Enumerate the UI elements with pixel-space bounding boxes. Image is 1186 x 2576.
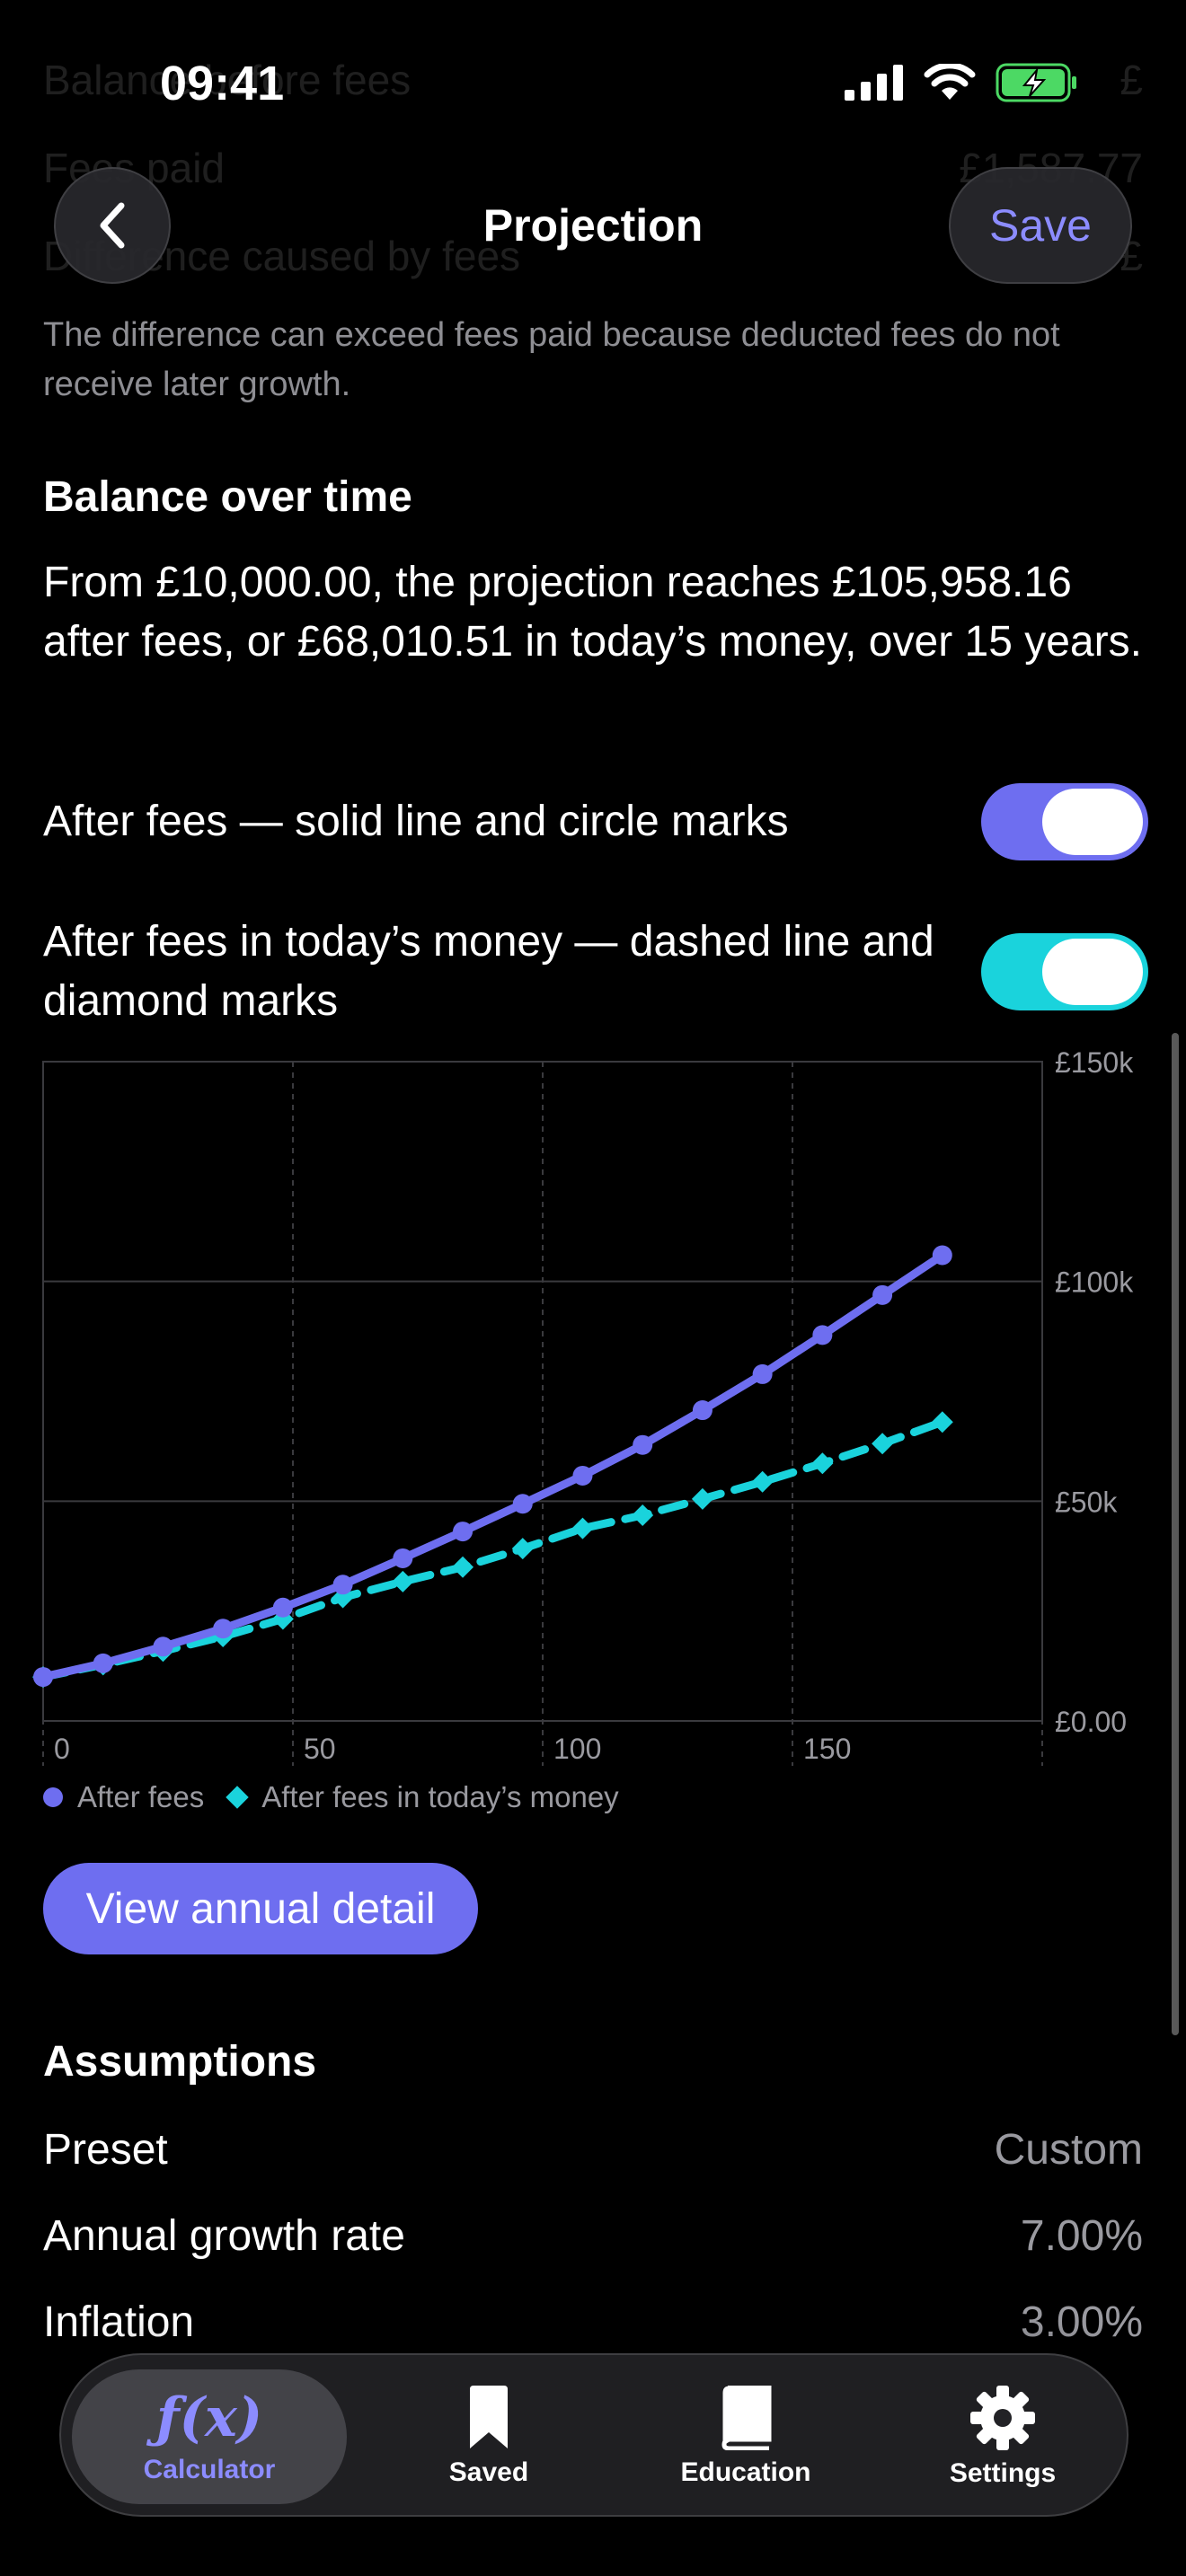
data-point-circle [752, 1363, 773, 1384]
tab-label: Education [680, 2457, 811, 2487]
data-point-diamond [872, 1433, 894, 1455]
view-annual-detail-button[interactable]: View annual detail [43, 1863, 478, 1954]
save-button[interactable]: Save [949, 167, 1132, 284]
book-icon [721, 2386, 772, 2450]
data-point-circle [213, 1619, 234, 1639]
tab-label: Calculator [143, 2455, 276, 2484]
data-point-diamond [691, 1487, 713, 1510]
function-icon: ƒ(x) [155, 2386, 263, 2449]
diamond-marker-icon [226, 1786, 249, 1809]
legend-label: After fees in today’s money [261, 1780, 619, 1813]
x-tick-label: 150 [803, 1733, 851, 1765]
data-point-diamond [811, 1452, 834, 1475]
tab-calculator[interactable]: ƒ(x) Calculator [72, 2369, 347, 2504]
legend-item-todays-money: After fees in today’s money [226, 1780, 619, 1814]
fees-note: The difference can exceed fees paid beca… [43, 316, 1060, 403]
assumption-value: 7.00% [1020, 2212, 1143, 2260]
data-point-circle [692, 1400, 712, 1421]
circle-marker-icon [43, 1787, 63, 1807]
data-point-circle [393, 1548, 413, 1568]
data-point-diamond [511, 1538, 534, 1560]
balance-summary: From £10,000.00, the projection reaches … [43, 559, 1142, 666]
x-tick-label: 0 [54, 1733, 70, 1765]
chart-legend: After fees After fees in today’s money [43, 1780, 641, 1814]
data-point-circle [272, 1597, 293, 1618]
ghost-value: £ [1120, 57, 1143, 103]
data-point-circle [512, 1494, 533, 1514]
after-fees-toggle[interactable] [981, 783, 1148, 860]
tab-label: Settings [949, 2458, 1057, 2488]
todays-money-toggle[interactable] [981, 933, 1148, 1010]
toggle-row-todays-money: After fees in today’s money — dashed lin… [43, 913, 1148, 1031]
y-tick-label: £50k [1055, 1486, 1118, 1518]
data-point-circle [872, 1284, 893, 1305]
y-tick-label: £0.00 [1055, 1706, 1127, 1738]
assumption-value: 3.00% [1020, 2298, 1143, 2346]
balance-chart: £0.00 £50k £100k £150k 0 50 100 150 [32, 1046, 1134, 1766]
assumption-value: Custom [994, 2126, 1143, 2174]
data-point-circle [93, 1653, 113, 1673]
assumption-label: Inflation [43, 2298, 195, 2346]
toggle-row-after-fees: After fees — solid line and circle marks [43, 783, 1148, 860]
y-tick-label: £100k [1055, 1266, 1134, 1299]
data-point-circle [153, 1636, 173, 1657]
data-point-circle [812, 1325, 833, 1345]
ghost-label: Balance before fees [43, 57, 412, 103]
toggle-label: After fees in today’s money — dashed lin… [43, 918, 934, 1025]
balance-heading: Balance over time [43, 473, 412, 521]
tab-settings[interactable]: Settings [877, 2369, 1128, 2504]
legend-item-after-fees: After fees [43, 1780, 204, 1814]
scrollbar[interactable] [1172, 1033, 1179, 2035]
assumptions-heading: Assumptions [43, 2038, 317, 2086]
y-tick-label: £150k [1055, 1046, 1134, 1079]
tab-bar: ƒ(x) Calculator Saved Education Settings [59, 2353, 1128, 2517]
data-point-diamond [571, 1517, 594, 1539]
data-point-circle [453, 1522, 474, 1542]
data-point-circle [932, 1245, 952, 1266]
data-point-diamond [751, 1470, 774, 1493]
tab-education[interactable]: Education [620, 2369, 872, 2504]
ghost-row-balance-before-fees: Balance before fees £ [43, 56, 1143, 104]
data-point-diamond [452, 1556, 474, 1578]
tab-label: Saved [448, 2457, 529, 2487]
assumption-label: Preset [43, 2126, 168, 2174]
assumption-row-growth-rate[interactable]: Annual growth rate 7.00% [43, 2211, 1143, 2261]
data-point-circle [572, 1465, 593, 1486]
assumption-label: Annual growth rate [43, 2212, 405, 2260]
assumption-row-preset[interactable]: Preset Custom [43, 2125, 1143, 2175]
bookmark-icon [470, 2386, 508, 2448]
data-point-circle [332, 1575, 353, 1595]
tab-saved[interactable]: Saved [363, 2369, 615, 2504]
data-point-diamond [392, 1570, 414, 1592]
data-point-diamond [931, 1411, 953, 1434]
gear-icon [970, 2386, 1035, 2450]
legend-label: After fees [77, 1780, 205, 1813]
toggle-knob [1042, 939, 1143, 1005]
toggle-knob [1042, 789, 1143, 855]
data-point-diamond [632, 1504, 654, 1526]
data-point-circle [633, 1434, 653, 1455]
x-tick-label: 50 [304, 1733, 336, 1765]
assumption-row-inflation[interactable]: Inflation 3.00% [43, 2298, 1143, 2347]
x-tick-label: 100 [553, 1733, 601, 1765]
data-point-circle [33, 1667, 53, 1688]
toggle-label: After fees — solid line and circle marks [43, 798, 789, 845]
